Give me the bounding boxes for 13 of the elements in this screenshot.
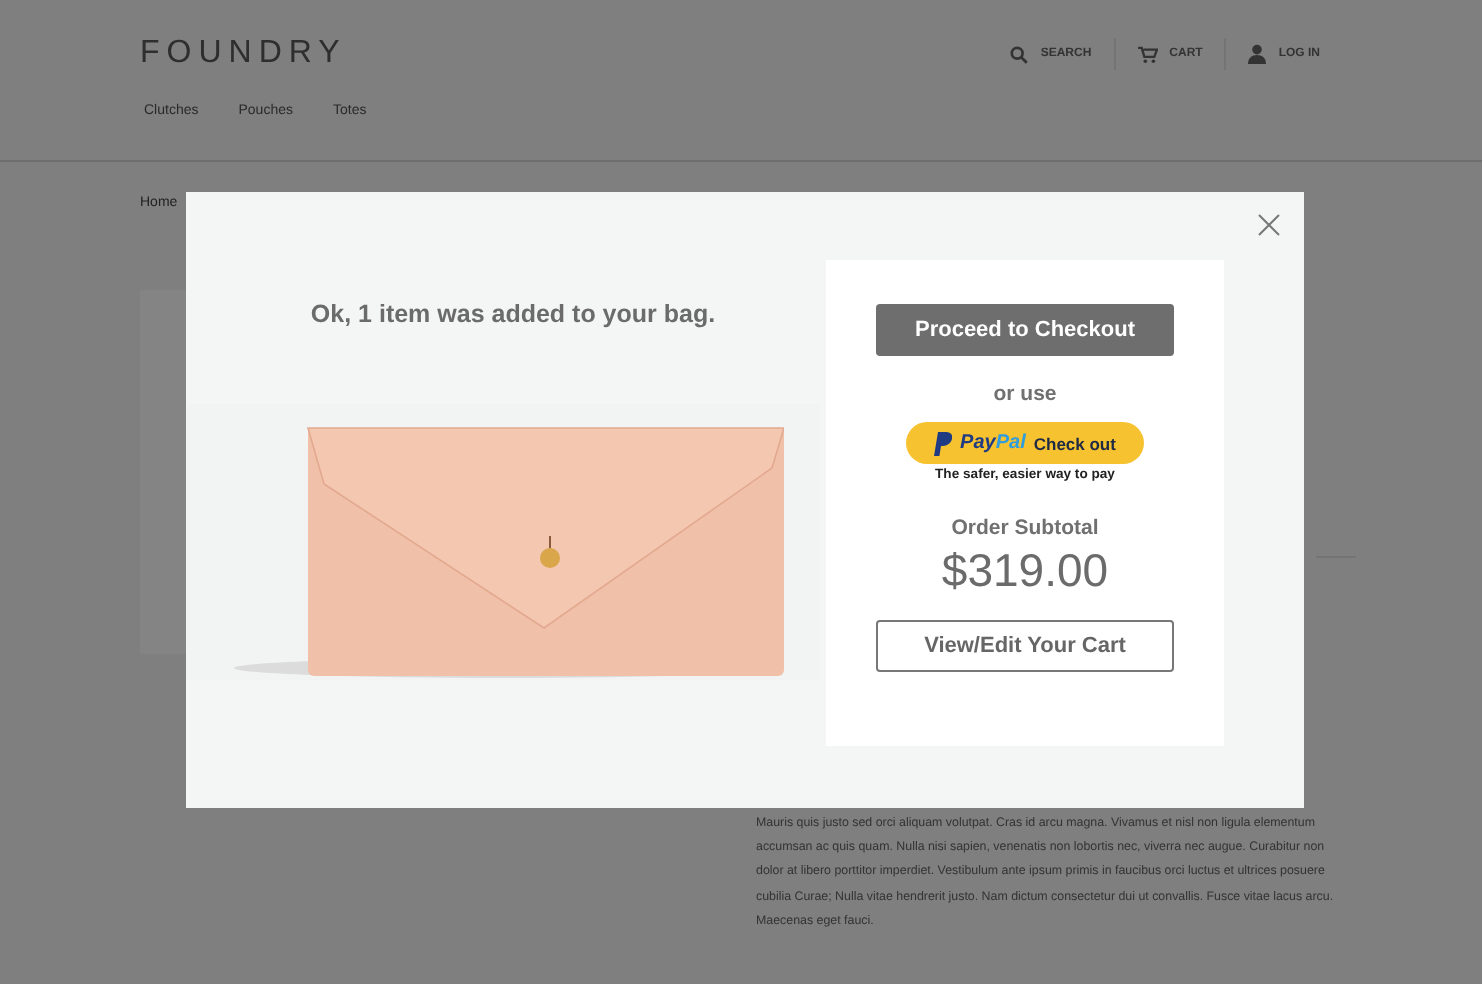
search-icon <box>1010 45 1029 63</box>
subtotal-amount: $319.00 <box>941 544 1109 598</box>
or-use-text: or use <box>993 382 1057 406</box>
paypal-button[interactable]: PayPal Check out <box>906 422 1144 464</box>
view-cart-button[interactable]: View/Edit Your Cart <box>876 620 1174 672</box>
paypal-p-icon <box>934 431 953 455</box>
close-icon[interactable] <box>1258 214 1280 236</box>
user-icon <box>1248 44 1267 64</box>
checkout-button[interactable]: Proceed to Checkout <box>876 304 1174 356</box>
added-message: Ok, 1 item was added to your bag. <box>308 300 716 328</box>
cart-icon <box>1137 45 1158 63</box>
site-logo[interactable]: FOUNDRY <box>140 36 347 72</box>
subtotal-label: Order Subtotal <box>951 516 1099 540</box>
